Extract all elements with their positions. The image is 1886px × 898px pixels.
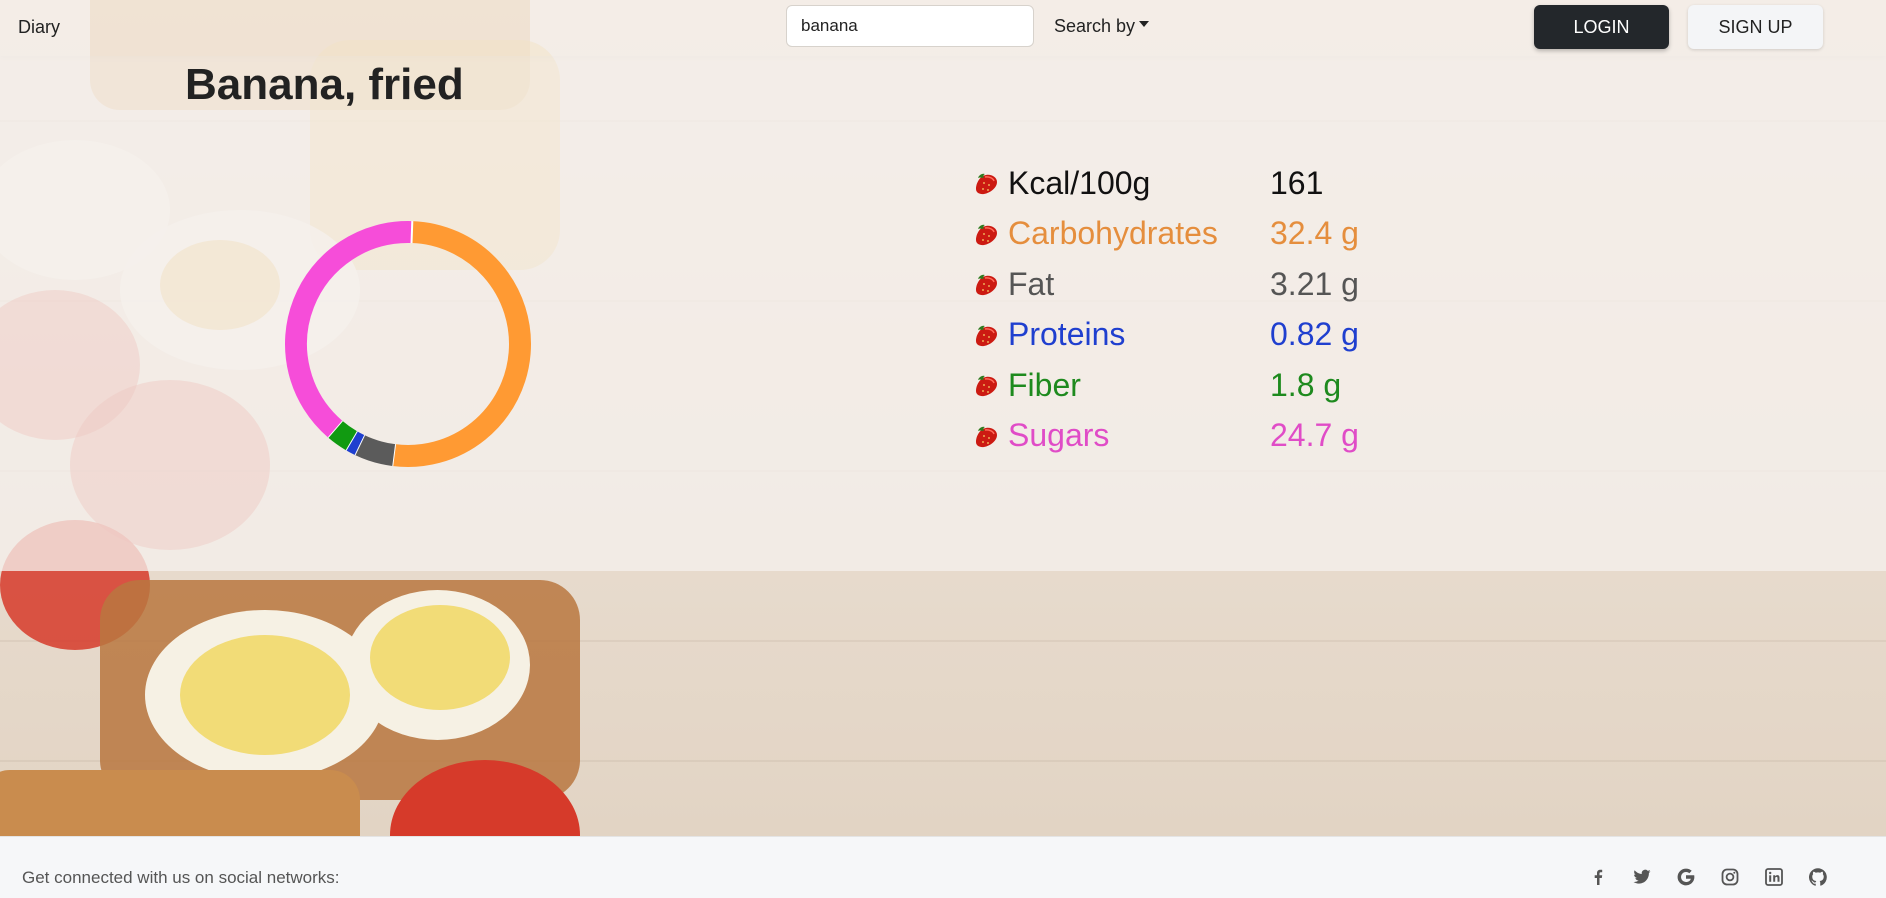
nutrient-value: 3.21 g — [1270, 265, 1359, 302]
nutrient-label: Proteins — [1008, 316, 1126, 353]
nutrient-row: Kcal/100g 161 — [972, 158, 1359, 209]
nutrient-row: Proteins 0.82 g — [972, 310, 1359, 361]
strawberry-icon — [976, 173, 997, 195]
nutrient-label: Sugars — [1008, 417, 1110, 454]
signup-button[interactable]: SIGN UP — [1688, 5, 1823, 49]
footer-text: Get connected with us on social networks… — [22, 868, 340, 887]
nutrient-label: Carbohydrates — [1008, 215, 1218, 252]
donut-slice-proteins — [345, 431, 365, 455]
nutrient-label: Fat — [1008, 265, 1055, 302]
donut-slice-fiber — [327, 420, 358, 451]
login-button[interactable]: LOGIN — [1534, 5, 1669, 49]
diary-link[interactable]: Diary — [18, 17, 60, 38]
social-links — [1588, 867, 1828, 887]
food-title: Banana, fried — [185, 60, 464, 109]
twitter-icon[interactable] — [1632, 867, 1652, 887]
strawberry-icon — [976, 325, 997, 346]
footer: Get connected with us on social networks… — [0, 836, 1886, 898]
donut-slice-separator — [410, 221, 414, 244]
facebook-icon[interactable] — [1588, 867, 1608, 887]
linkedin-icon[interactable] — [1764, 867, 1784, 887]
nutrient-row: Fiber 1.8 g — [972, 360, 1359, 411]
strawberry-icon — [976, 375, 997, 397]
nutrient-value: 1.8 g — [1270, 366, 1342, 403]
nutrient-label: Kcal/100g — [1008, 164, 1151, 201]
caret-down-icon — [1139, 21, 1150, 28]
nutrient-value: 161 — [1270, 164, 1324, 201]
nutrient-list: Kcal/100g 161 Carbohydrates 32.4 g Fat 3.21 g… — [972, 158, 1359, 461]
search-by-label: Search by — [1054, 16, 1136, 36]
strawberry-icon — [976, 426, 997, 447]
nutrient-value: 24.7 g — [1270, 417, 1359, 454]
strawberry-icon — [976, 274, 997, 296]
google-icon[interactable] — [1676, 867, 1696, 887]
donut-slice-carbohydrates — [392, 221, 531, 467]
instagram-icon[interactable] — [1720, 867, 1740, 887]
nutrient-label: Fiber — [1008, 366, 1081, 403]
nutrient-donut-chart — [285, 221, 531, 467]
search-by-dropdown[interactable]: Search by — [1054, 16, 1150, 37]
github-icon[interactable] — [1808, 867, 1828, 887]
navbar: Diary Search by LOGIN SIGN UP — [0, 0, 1886, 56]
donut-slice-fat — [354, 434, 396, 466]
search-input[interactable] — [786, 5, 1034, 47]
nutrient-row: Fat 3.21 g — [972, 259, 1359, 310]
nutrient-value: 0.82 g — [1270, 316, 1359, 353]
strawberry-icon — [976, 224, 997, 245]
donut-slice-sugars — [285, 221, 413, 438]
nutrient-row: Sugars 24.7 g — [972, 411, 1359, 462]
nutrient-value: 32.4 g — [1270, 215, 1359, 252]
nutrient-row: Carbohydrates 32.4 g — [972, 209, 1359, 260]
